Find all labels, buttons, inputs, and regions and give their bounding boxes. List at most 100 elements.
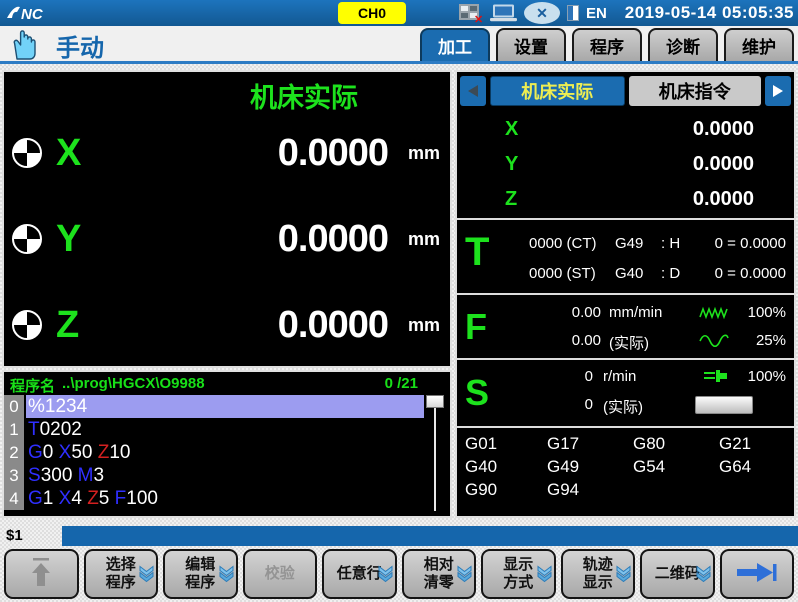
softkey-display-mode[interactable]: 显示方式 xyxy=(481,549,556,599)
chevron-down-icon xyxy=(378,566,393,583)
language-indicator[interactable]: EN xyxy=(586,5,607,22)
program-path: ..\prog\HGCX\O9988 xyxy=(62,375,205,392)
program-line-counter: 0 /21 xyxy=(385,375,418,392)
program-line-3[interactable]: 3S300 M3 xyxy=(4,464,450,487)
line-number: 1 xyxy=(4,418,24,441)
cnc-screen: NC CH0 ✕ ✕ xyxy=(0,0,798,602)
chevron-down-icon xyxy=(616,566,631,583)
line-code: G1 X4 Z5 F100 xyxy=(26,487,424,510)
section-divider xyxy=(457,293,794,295)
axis-value: 0.0000 xyxy=(278,218,388,261)
feed-value: 0.00 xyxy=(543,332,601,349)
softkey-next-menu[interactable] xyxy=(720,549,795,599)
message-bar[interactable] xyxy=(62,526,798,546)
coord-view-tabs: 机床实际 机床指令 xyxy=(457,76,794,106)
coord-value: 0.0000 xyxy=(693,188,754,211)
program-line-4[interactable]: 4G1 X4 Z5 F100 xyxy=(4,487,450,510)
tab-machining[interactable]: 加工 xyxy=(420,28,490,61)
tab-machine-actual[interactable]: 机床实际 xyxy=(490,76,625,106)
program-line-2[interactable]: 2G0 X50 Z10 xyxy=(4,441,450,464)
softkey-verify: 校验 xyxy=(243,549,318,599)
tab-machine-command[interactable]: 机床指令 xyxy=(629,76,762,106)
softkey-edit-program[interactable]: 编辑程序 xyxy=(163,549,238,599)
comp-register: : H xyxy=(661,235,680,252)
gcode-cell: G64 xyxy=(719,455,785,478)
up-arrow-icon xyxy=(26,555,56,594)
main-tabs: 加工 设置 程序 诊断 维护 xyxy=(420,28,794,61)
comp-value: 0 = 0.0000 xyxy=(715,265,786,282)
softkey-any-line[interactable]: 任意行 xyxy=(322,549,397,599)
tool-row-st: 0000 (ST) G40 : D 0 = 0.0000 xyxy=(457,261,794,287)
gcode-cell: G90 xyxy=(465,478,547,501)
tool-number: 0000 (CT) xyxy=(529,235,597,252)
axis-row-x: X 0.0000 mm xyxy=(4,110,450,196)
comp-gcode: G40 xyxy=(615,265,643,282)
datetime: 2019-05-14 05:05:35 xyxy=(625,0,794,26)
machine-zero-icon xyxy=(12,310,42,340)
close-icon[interactable]: ✕ xyxy=(524,2,560,24)
chevron-down-icon xyxy=(457,566,472,583)
coord-row-z: Z 0.0000 xyxy=(457,182,794,217)
softkey-label: 选择程序 xyxy=(106,556,136,592)
program-header: 程序名 ..\prog\HGCX\O9988 0 /21 xyxy=(4,373,450,394)
gcode-cell: G21 xyxy=(719,432,785,455)
remote-monitor-icon[interactable] xyxy=(490,4,517,22)
hnc-logo: NC xyxy=(4,3,58,28)
machine-status-icon[interactable]: ✕ xyxy=(458,3,483,23)
scrollbar-track[interactable] xyxy=(434,406,436,511)
line-code: %1234 xyxy=(26,395,424,418)
softkey-select-program[interactable]: 选择程序 xyxy=(84,549,159,599)
softkey-bar: 选择程序 编辑程序校验任意行相对清零显示方式轨迹显示二维码 xyxy=(4,549,794,599)
ime-icon[interactable] xyxy=(567,5,579,21)
tab-maintenance[interactable]: 维护 xyxy=(724,28,794,61)
tab-underline xyxy=(0,61,798,64)
coord-name: Z xyxy=(505,188,517,211)
prev-view-button[interactable] xyxy=(460,76,486,106)
status-panel: 机床实际 机床指令 X 0.0000 Y 0.0000 Z 0.0000 T xyxy=(455,70,796,518)
line-number: 4 xyxy=(4,487,24,510)
feed-value: 0.00 xyxy=(543,304,601,321)
chevron-down-icon xyxy=(537,566,552,583)
softkey-label: 显示方式 xyxy=(503,556,533,592)
program-panel: 程序名 ..\prog\HGCX\O9988 0 /21 0%12341T020… xyxy=(2,370,452,518)
machine-zero-icon xyxy=(12,224,42,254)
line-code: G0 X50 Z10 xyxy=(26,441,424,464)
svg-text:NC: NC xyxy=(21,6,44,23)
spindle-row-actual: 0 (实际) xyxy=(457,392,794,418)
channel-label: $1 xyxy=(6,527,23,544)
scrollbar-thumb[interactable] xyxy=(426,395,444,408)
next-view-button[interactable] xyxy=(765,76,791,106)
spindle-value: 0 xyxy=(543,396,593,413)
tab-program[interactable]: 程序 xyxy=(572,28,642,61)
section-divider xyxy=(457,358,794,360)
spindle-value: 0 xyxy=(543,368,593,385)
tab-diagnosis[interactable]: 诊断 xyxy=(648,28,718,61)
spindle-load-bar xyxy=(695,396,753,414)
axis-unit: mm xyxy=(408,143,440,164)
softkey-label: 编辑程序 xyxy=(185,556,215,592)
spindle-override: 100% xyxy=(738,368,786,385)
line-code: T0202 xyxy=(26,418,424,441)
softkey-trace-display[interactable]: 轨迹显示 xyxy=(561,549,636,599)
program-line-0[interactable]: 0%1234 xyxy=(4,395,450,418)
tab-settings[interactable]: 设置 xyxy=(496,28,566,61)
channel-badge[interactable]: CH0 xyxy=(338,2,406,24)
spindle-unit: r/min xyxy=(603,368,636,385)
machine-zero-icon xyxy=(12,138,42,168)
softkey-qr-code[interactable]: 二维码 xyxy=(640,549,715,599)
program-scrollbar[interactable] xyxy=(426,395,444,513)
feed-unit: mm/min xyxy=(609,304,662,321)
coord-name: Y xyxy=(505,153,518,176)
program-line-1[interactable]: 1T0202 xyxy=(4,418,450,441)
rapid-override: 25% xyxy=(738,332,786,349)
line-code: S300 M3 xyxy=(26,464,424,487)
gcode-cell: G49 xyxy=(547,455,633,478)
modal-gcodes: G01G17G80G21G40G49G54G64G90G94 xyxy=(465,432,785,501)
gcode-cell: G01 xyxy=(465,432,547,455)
axis-row-y: Y 0.0000 mm xyxy=(4,196,450,282)
axis-row-z: Z 0.0000 mm xyxy=(4,282,450,368)
axis-value: 0.0000 xyxy=(278,304,388,347)
spindle-icon xyxy=(703,368,729,388)
coord-value: 0.0000 xyxy=(693,153,754,176)
softkey-relative-clear[interactable]: 相对清零 xyxy=(402,549,477,599)
